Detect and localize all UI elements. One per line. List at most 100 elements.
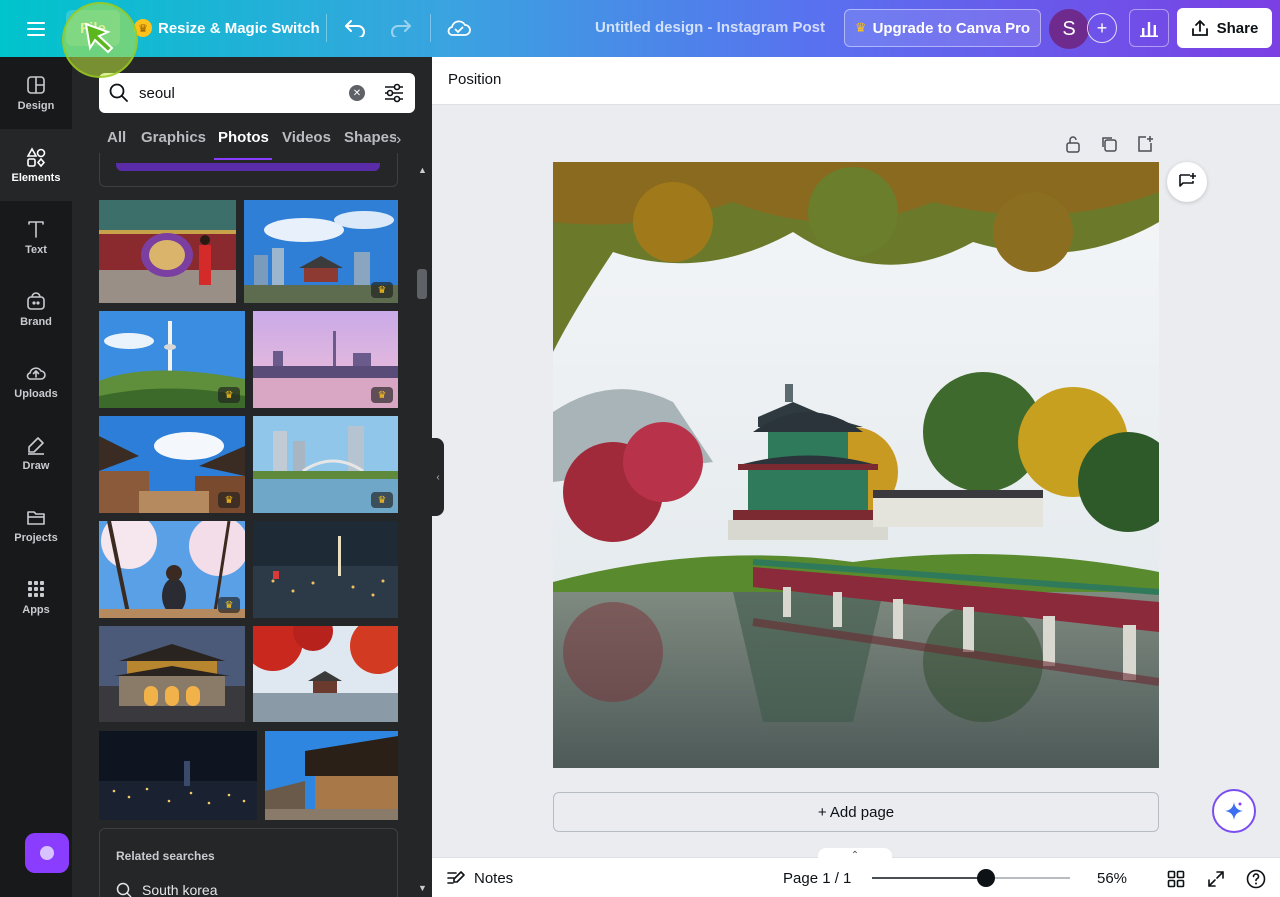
top-bar: File ♛ Resize & Magic Switch Untitled de… (0, 0, 1280, 57)
related-search-label: South korea (142, 882, 218, 897)
design-canvas[interactable] (553, 162, 1159, 768)
zoom-slider-handle[interactable] (976, 869, 995, 887)
previous-result-button[interactable] (116, 163, 380, 171)
lock-page-button[interactable] (1061, 133, 1085, 155)
tab-graphics[interactable]: Graphics (141, 129, 206, 146)
magic-assistant-button[interactable] (1212, 789, 1256, 833)
sparkle-icon (1225, 802, 1243, 820)
share-button[interactable]: Share (1177, 8, 1272, 48)
uploads-icon (26, 367, 46, 380)
rail-item-uploads[interactable]: Uploads (0, 345, 72, 417)
user-avatar[interactable]: S (1049, 9, 1089, 49)
scroll-thumb[interactable] (417, 269, 427, 299)
chevron-right-icon[interactable]: › (396, 131, 401, 149)
photo-result[interactable]: ♛ (253, 416, 398, 513)
undo-button[interactable] (338, 12, 372, 44)
help-button[interactable] (1245, 868, 1267, 890)
rail-item-label: Text (25, 244, 47, 256)
page-indicator[interactable]: Page 1 / 1 (783, 870, 851, 887)
save-status-button[interactable] (442, 12, 476, 44)
resize-magic-switch-button[interactable]: ♛ Resize & Magic Switch (128, 12, 326, 44)
apps-icon (28, 581, 44, 597)
rail-item-design[interactable]: Design (0, 57, 72, 129)
rail-item-label: Design (17, 100, 55, 112)
notes-button[interactable]: Notes (446, 869, 513, 887)
pro-crown-badge: ♛ (371, 387, 393, 403)
toolbar-divider (326, 14, 327, 42)
photo-result[interactable]: ♛ (99, 416, 245, 513)
share-label: Share (1216, 19, 1259, 37)
fullscreen-button[interactable] (1205, 868, 1227, 890)
collapse-panel-button[interactable]: ‹ (432, 438, 444, 516)
rail-item-brand[interactable]: Brand (0, 273, 72, 345)
related-search-item[interactable]: South korea (116, 882, 218, 897)
photo-result[interactable] (99, 200, 236, 303)
search-icon (109, 83, 128, 102)
scroll-down-icon[interactable]: ▼ (418, 883, 427, 893)
add-page-icon (1138, 136, 1153, 152)
photo-royal-drum (99, 200, 236, 303)
grid-view-button[interactable] (1165, 868, 1187, 890)
tab-shapes[interactable]: Shapes (344, 129, 396, 146)
scroll-up-icon[interactable]: ▲ (418, 165, 427, 175)
magic-icon (40, 846, 54, 860)
crown-icon: ♛ (134, 19, 152, 37)
filter-icon[interactable] (383, 82, 405, 104)
invite-button[interactable]: + (1087, 13, 1117, 43)
photo-result[interactable] (265, 731, 398, 820)
insights-button[interactable] (1129, 9, 1169, 47)
tab-all[interactable]: All (107, 129, 126, 146)
magic-media-button[interactable] (25, 833, 69, 873)
zoom-level[interactable]: 56% (1097, 870, 1127, 887)
photo-night-city (253, 521, 398, 618)
photo-result[interactable]: ♛ (99, 521, 245, 618)
chevron-left-icon: ‹ (436, 471, 440, 483)
undo-icon (345, 20, 365, 37)
photo-result[interactable] (253, 626, 398, 722)
search-box: ✕ (99, 73, 415, 113)
share-icon (1191, 20, 1208, 36)
pro-crown-badge: ♛ (371, 282, 393, 298)
zoom-slider[interactable] (872, 869, 1070, 887)
duplicate-page-button[interactable] (1097, 133, 1121, 155)
pro-crown-badge: ♛ (218, 597, 240, 613)
close-icon: ✕ (352, 87, 362, 99)
photo-result[interactable]: ♛ (244, 200, 398, 303)
pro-crown-badge: ♛ (218, 387, 240, 403)
file-menu-label: File (80, 19, 106, 37)
brand-icon (27, 292, 45, 310)
rail-item-draw[interactable]: Draw (0, 417, 72, 489)
position-button[interactable]: Position (448, 71, 501, 88)
photo-result[interactable]: ♛ (253, 311, 398, 408)
photo-result[interactable] (253, 521, 398, 618)
rail-item-text[interactable]: Text (0, 201, 72, 273)
rail-item-apps[interactable]: Apps (0, 561, 72, 633)
search-input[interactable] (139, 73, 339, 113)
redo-button[interactable] (384, 12, 418, 44)
expand-icon (1208, 871, 1224, 887)
bar-chart-icon (1140, 22, 1158, 37)
text-icon (28, 221, 44, 238)
tab-photos[interactable]: Photos (218, 129, 269, 146)
photo-result[interactable] (99, 731, 257, 820)
file-menu-button[interactable]: File (66, 10, 120, 46)
clear-search-button[interactable]: ✕ (349, 85, 365, 101)
rail-item-label: Elements (11, 172, 61, 184)
chevron-up-icon[interactable]: ⌃ (818, 848, 892, 862)
photo-result[interactable] (99, 626, 245, 722)
redo-icon (391, 20, 411, 37)
rail-item-label: Projects (14, 532, 58, 544)
add-comment-button[interactable] (1167, 162, 1207, 202)
photo-result[interactable]: ♛ (99, 311, 245, 408)
cloud-check-icon (447, 20, 471, 36)
document-title[interactable]: Untitled design - Instagram Post (560, 19, 860, 36)
tab-videos[interactable]: Videos (282, 129, 331, 146)
rail-item-projects[interactable]: Projects (0, 489, 72, 561)
main-menu-button[interactable] (18, 14, 54, 44)
upgrade-pro-button[interactable]: ♛ Upgrade to Canva Pro (844, 9, 1041, 47)
rail-item-elements[interactable]: Elements (0, 129, 72, 201)
add-page-top-button[interactable] (1133, 133, 1157, 155)
comment-add-icon (1179, 173, 1196, 187)
add-page-button[interactable]: + Add page (553, 792, 1159, 832)
left-rail: Design Elements Text Brand Uploads Draw … (0, 57, 72, 897)
